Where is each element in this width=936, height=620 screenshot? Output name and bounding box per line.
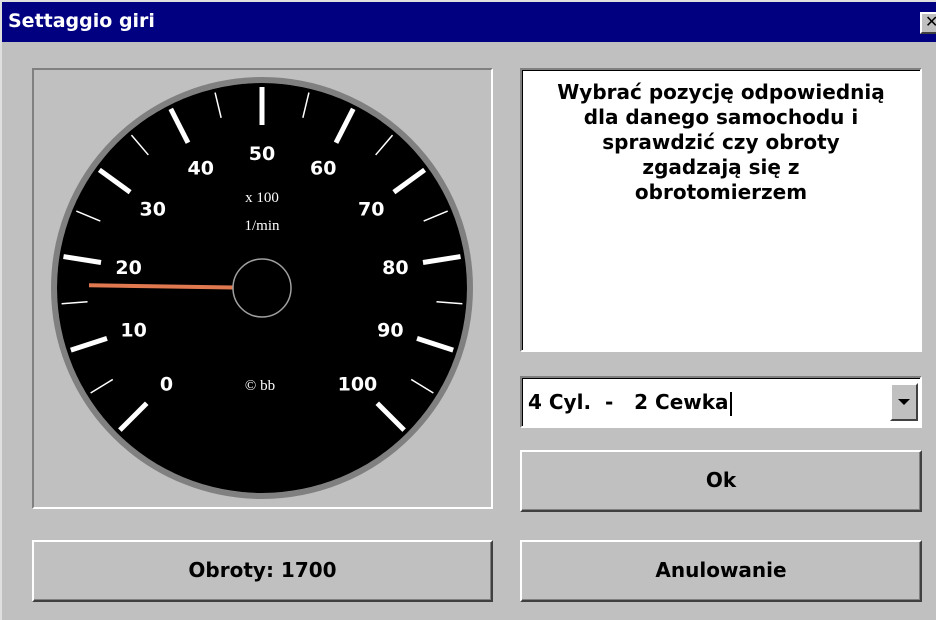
close-button[interactable]: ✕ (920, 12, 936, 34)
gauge-scale-label: 0 (160, 373, 173, 395)
instruction-line: dla danego samochodu i (583, 105, 859, 129)
instruction-text-box: Wybrać pozycję odpowiednią dla danego sa… (520, 68, 922, 352)
configuration-select-text: 4 Cyl. - 2 Cewka (528, 390, 729, 414)
gauge-scale-label: 20 (115, 257, 141, 279)
gauge-scale-label: 50 (249, 143, 275, 165)
title-bar[interactable]: Settaggio giri ✕ (2, 2, 936, 42)
dialog-window: Settaggio giri ✕ 0 10 20 30 40 50 60 70 80 90 100 … (0, 0, 936, 620)
gauge-scale-label: 60 (310, 158, 336, 180)
gauge-unit-label: 1/min (244, 218, 280, 234)
gauge-scale-label: 100 (338, 373, 378, 395)
gauge-needle (88, 283, 234, 290)
chevron-down-icon (898, 399, 910, 405)
instruction-line: Wybrać pozycję odpowiednią (557, 80, 885, 104)
window-title: Settaggio giri (8, 10, 155, 32)
configuration-select-value[interactable]: 4 Cyl. - 2 Cewka (528, 390, 732, 416)
gauge-scale-label: 80 (382, 257, 408, 279)
gauge-scale-label: 70 (358, 199, 384, 221)
configuration-select-dropdown-button[interactable] (890, 383, 918, 421)
close-icon: ✕ (925, 14, 936, 31)
gauge-scale-label: 10 (120, 320, 146, 342)
cancel-button[interactable]: Anulowanie (520, 540, 922, 602)
instruction-line: sprawdzić czy obroty (602, 130, 840, 154)
text-caret (729, 391, 732, 416)
tachometer-gauge: 0 10 20 30 40 50 60 70 80 90 100 x 100 1/min © bb (51, 77, 473, 499)
ok-button[interactable]: Ok (520, 450, 922, 512)
gauge-scale-label: 40 (187, 158, 213, 180)
tachometer-panel: 0 10 20 30 40 50 60 70 80 90 100 x 100 1/min © bb (32, 68, 493, 509)
gauge-scale-label: 90 (377, 320, 403, 342)
gauge-scale-label: 30 (140, 199, 166, 221)
gauge-unit-multiplier: x 100 (245, 190, 279, 206)
instruction-line: zgadzają się z (642, 155, 800, 179)
rpm-readout: Obroty: 1700 (32, 540, 493, 602)
configuration-select[interactable]: 4 Cyl. - 2 Cewka (520, 376, 922, 428)
gauge-copyright: © bb (245, 378, 275, 394)
instruction-line: obrotomierzem (634, 180, 808, 204)
